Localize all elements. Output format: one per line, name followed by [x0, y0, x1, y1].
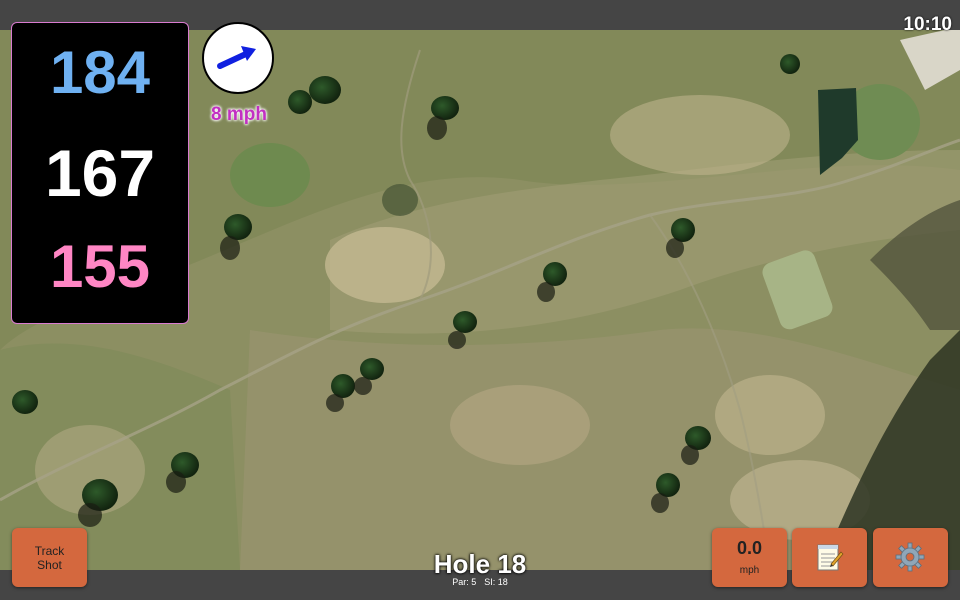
- wind-indicator: [202, 22, 274, 94]
- gear-icon: [895, 542, 925, 572]
- middle-distance: 167: [44, 136, 156, 210]
- hole-title: Hole 18: [433, 549, 527, 579]
- status-clock: 10:10: [903, 14, 952, 35]
- speed-unit: mph: [739, 565, 760, 576]
- hole-meta: Par: 5 SI: 18: [380, 577, 580, 587]
- settings-button[interactable]: [873, 528, 948, 587]
- speed-value: 0.0: [736, 538, 763, 558]
- track-shot-label-line1: Track: [34, 544, 65, 558]
- track-shot-button[interactable]: Track Shot: [12, 528, 87, 587]
- front-distance: 155: [49, 233, 151, 300]
- notes-button[interactable]: [792, 528, 867, 587]
- hole-stroke-index: SI: 18: [484, 577, 508, 587]
- wind-arrow-icon: [217, 46, 256, 69]
- wind-speed-label: 8 mph: [211, 104, 267, 125]
- hole-par: Par: 5: [452, 577, 477, 587]
- speed-button[interactable]: 0.0 mph: [712, 528, 787, 587]
- app-screen: 10:10 184 167 155 8 mph Track Shot Hole …: [0, 0, 960, 600]
- notepad-icon: [817, 544, 844, 571]
- distance-panel: 184 167 155: [11, 22, 189, 324]
- back-distance: 184: [49, 39, 151, 106]
- track-shot-label-line2: Shot: [37, 558, 62, 572]
